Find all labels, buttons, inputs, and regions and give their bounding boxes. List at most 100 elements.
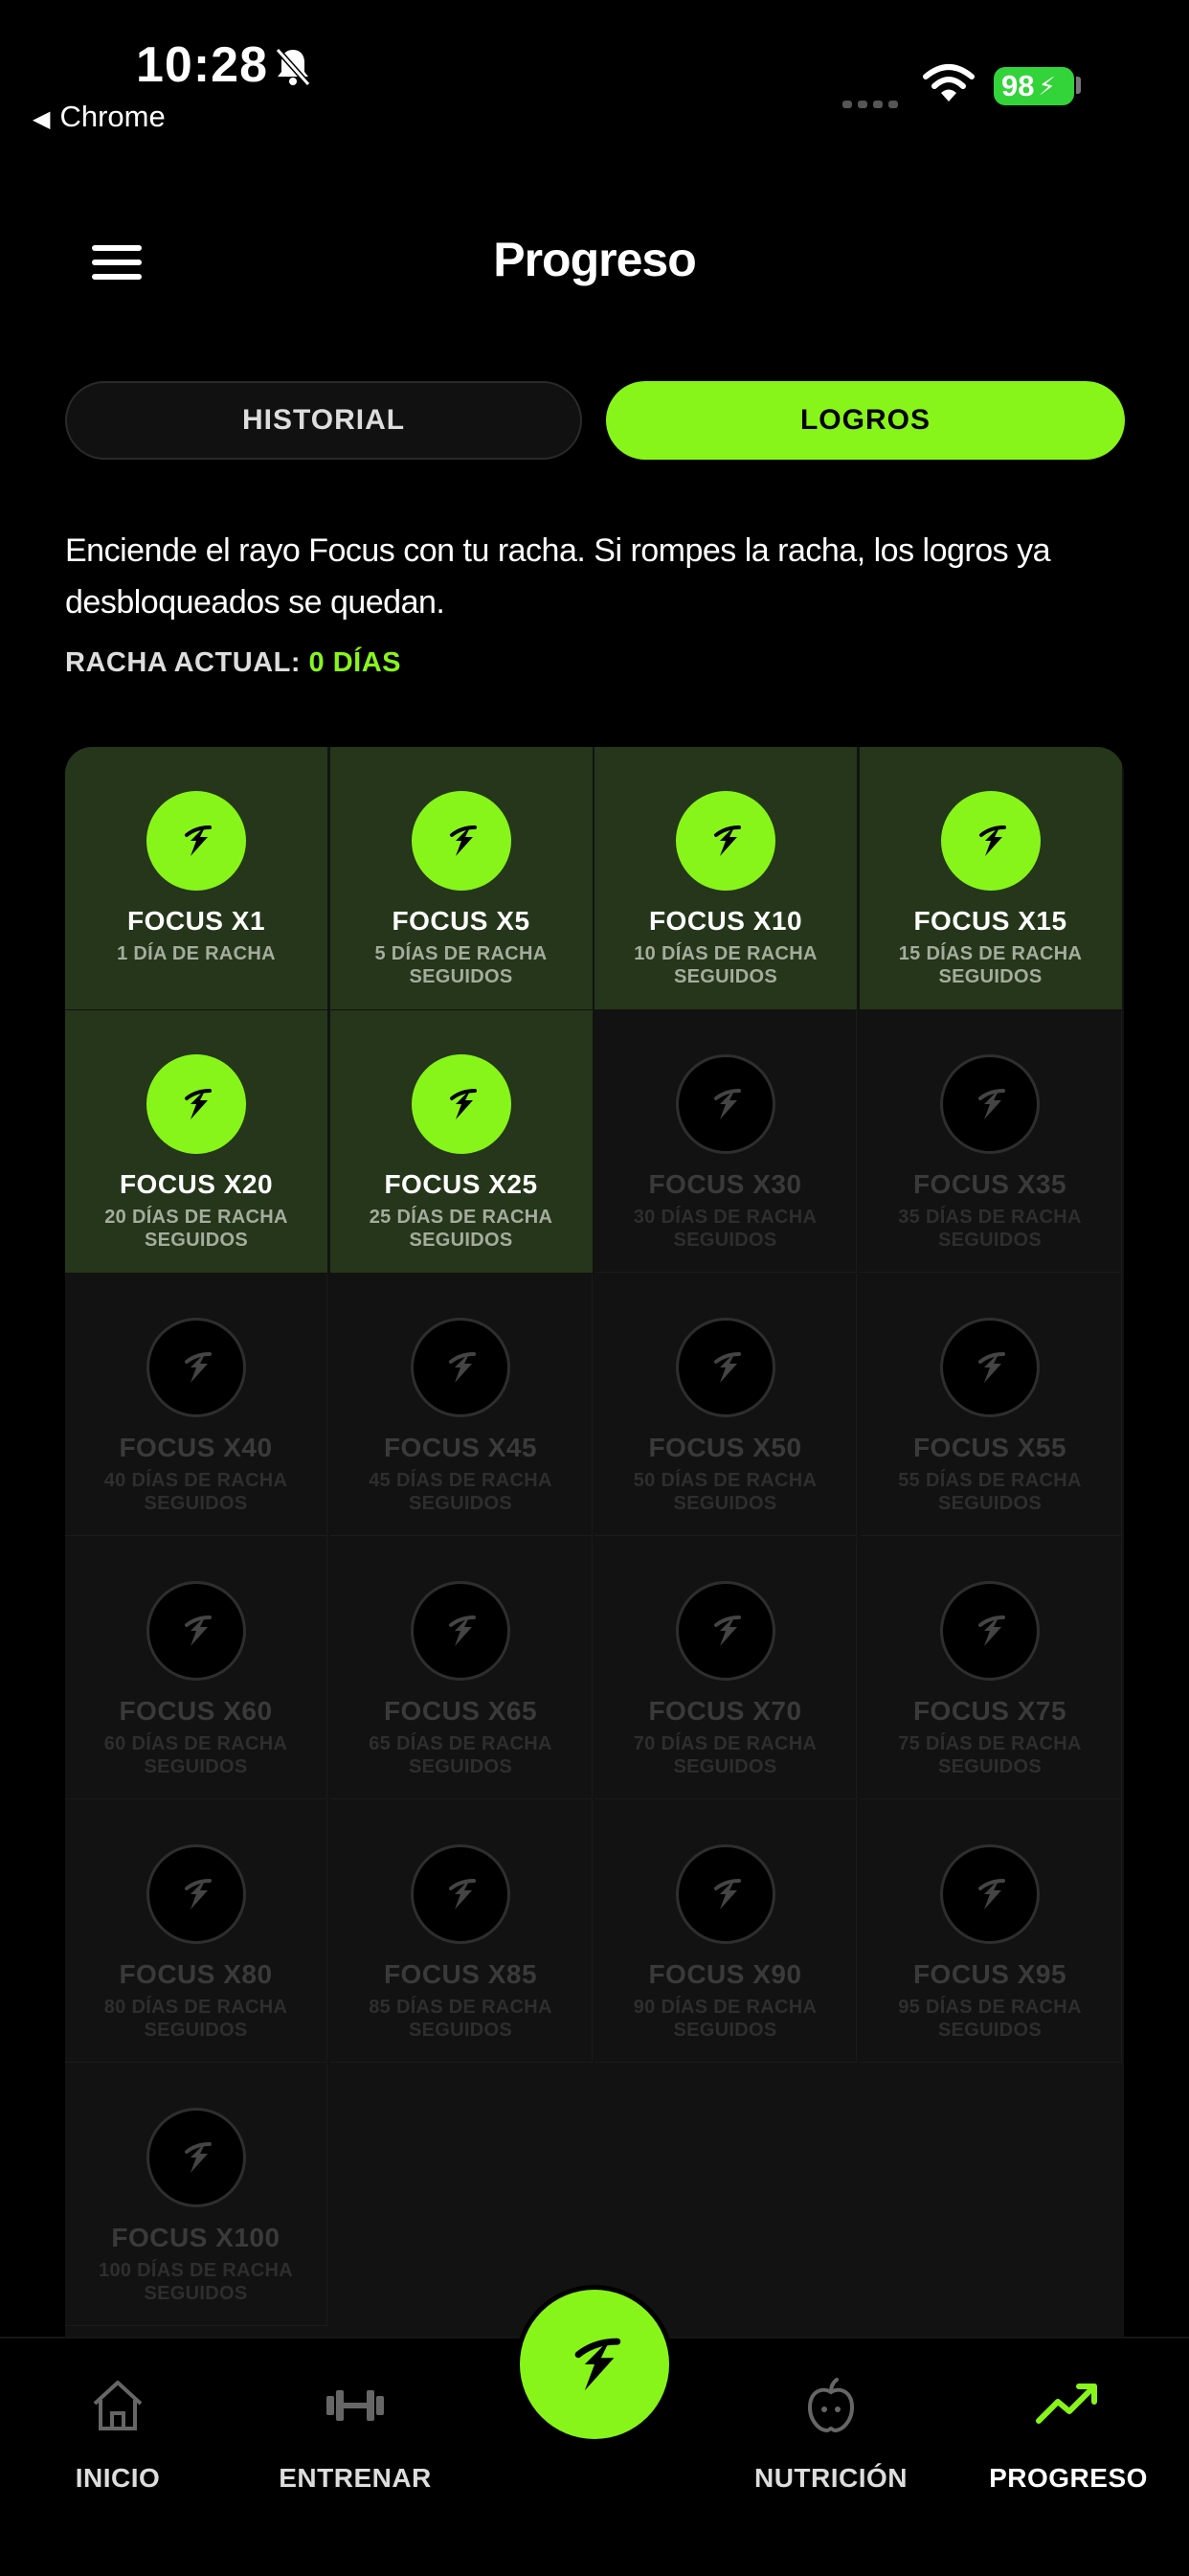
achievement-badge — [940, 1054, 1040, 1154]
wifi-icon — [923, 64, 975, 102]
focus-bolt-icon — [184, 1879, 212, 1909]
achievement-card[interactable]: FOCUS X15 15 DÍAS DE RACHA SEGUIDOS — [859, 747, 1122, 1009]
achievement-badge — [940, 791, 1041, 891]
focus-bolt-icon — [714, 825, 741, 856]
nav-label-nutricion: NUTRICIÓN — [753, 2463, 909, 2493]
achievement-card[interactable]: FOCUS X30 30 DÍAS DE RACHA SEGUIDOS — [594, 1010, 857, 1273]
achievement-title: FOCUS X30 — [648, 1169, 802, 1199]
achievement-subtitle: 15 DÍAS DE RACHA SEGUIDOS — [898, 943, 1083, 987]
achievement-title: FOCUS X1 — [126, 906, 266, 936]
tab-historial[interactable]: HISTORIAL — [65, 381, 582, 460]
focus-bolt-icon — [978, 1089, 1005, 1119]
achievement-card[interactable]: FOCUS X60 60 DÍAS DE RACHA SEGUIDOS — [65, 1537, 327, 1799]
focus-bolt-icon — [449, 825, 477, 856]
achievement-badge — [146, 1318, 246, 1417]
achievement-subtitle: 40 DÍAS DE RACHA SEGUIDOS — [103, 1470, 288, 1514]
achievement-card[interactable]: FOCUS X90 90 DÍAS DE RACHA SEGUIDOS — [594, 1800, 857, 2063]
achievement-title: FOCUS X15 — [913, 906, 1067, 936]
achievement-badge — [146, 791, 246, 891]
achievement-subtitle: 25 DÍAS DE RACHA SEGUIDOS — [369, 1207, 553, 1251]
back-to-app-button[interactable]: ◀ Chrome — [33, 100, 166, 134]
achievement-card[interactable]: FOCUS X1 1 DÍA DE RACHA — [65, 747, 327, 1009]
achievement-subtitle: 85 DÍAS DE RACHA SEGUIDOS — [369, 1997, 552, 2041]
focus-bolt-icon — [185, 1089, 212, 1119]
achievement-card[interactable]: FOCUS X5 5 DÍAS DE RACHA SEGUIDOS — [329, 747, 593, 1009]
achievement-card[interactable]: FOCUS X55 55 DÍAS DE RACHA SEGUIDOS — [859, 1274, 1122, 1536]
achievement-title: FOCUS X5 — [392, 906, 530, 936]
nav-label-progreso: PROGRESO — [989, 2463, 1148, 2493]
dumbbell-icon — [326, 2390, 384, 2421]
achievement-badge — [411, 1581, 510, 1681]
achievement-card[interactable]: FOCUS X10 10 DÍAS DE RACHA SEGUIDOS — [594, 747, 857, 1009]
nav-item-inicio[interactable]: INICIO — [12, 2339, 223, 2530]
achievement-badge — [675, 1318, 775, 1417]
achievement-badge — [146, 2108, 246, 2207]
achievement-badge — [940, 1318, 1040, 1417]
achievement-subtitle: 10 DÍAS DE RACHA SEGUIDOS — [634, 943, 818, 987]
nav-label-entrenar: ENTRENAR — [279, 2463, 432, 2493]
achievement-title: FOCUS X95 — [912, 1959, 1067, 1989]
achievement-subtitle: 60 DÍAS DE RACHA SEGUIDOS — [103, 1733, 288, 1777]
achievement-title: FOCUS X75 — [912, 1696, 1067, 1726]
home-icon — [93, 2381, 143, 2430]
achievement-card[interactable]: FOCUS X100 100 DÍAS DE RACHA SEGUIDOS — [65, 2064, 327, 2326]
achievement-subtitle: 75 DÍAS DE RACHA SEGUIDOS — [898, 1733, 1082, 1777]
nav-item-progreso[interactable]: PROGRESO — [963, 2339, 1174, 2530]
achievement-card[interactable]: FOCUS X25 25 DÍAS DE RACHA SEGUIDOS — [329, 1010, 593, 1273]
achievement-card[interactable]: FOCUS X80 80 DÍAS DE RACHA SEGUIDOS — [65, 1800, 327, 2063]
focus-bolt-icon — [449, 1352, 476, 1383]
achievement-title: FOCUS X85 — [383, 1959, 538, 1989]
streak-value: 0 DÍAS — [308, 647, 402, 678]
nav-item-nutricion[interactable]: NUTRICIÓN — [726, 2339, 936, 2530]
achievement-title: FOCUS X65 — [383, 1696, 538, 1726]
achievement-subtitle: 90 DÍAS DE RACHA SEGUIDOS — [633, 1997, 818, 2041]
apple-icon — [807, 2378, 855, 2433]
achievement-title: FOCUS X45 — [383, 1433, 538, 1462]
focus-bolt-icon — [713, 1352, 741, 1383]
achievement-card[interactable]: FOCUS X95 95 DÍAS DE RACHA SEGUIDOS — [859, 1800, 1122, 2063]
back-triangle-icon: ◀ — [33, 106, 51, 132]
achievement-card[interactable]: FOCUS X65 65 DÍAS DE RACHA SEGUIDOS — [329, 1537, 593, 1799]
nav-label-inicio: INICIO — [75, 2463, 161, 2493]
achievement-title: FOCUS X50 — [648, 1433, 802, 1462]
achievement-card[interactable]: FOCUS X70 70 DÍAS DE RACHA SEGUIDOS — [594, 1537, 857, 1799]
achievement-card[interactable]: FOCUS X35 35 DÍAS DE RACHA SEGUIDOS — [859, 1010, 1122, 1273]
achievement-badge — [411, 1318, 510, 1417]
focus-bolt-icon — [184, 2142, 212, 2173]
achievement-subtitle: 95 DÍAS DE RACHA SEGUIDOS — [898, 1997, 1082, 2041]
achievement-subtitle: 45 DÍAS DE RACHA SEGUIDOS — [369, 1470, 552, 1514]
battery-level: 98 — [1001, 69, 1035, 102]
trending-up-icon — [1036, 2384, 1097, 2424]
achievement-card[interactable]: FOCUS X85 85 DÍAS DE RACHA SEGUIDOS — [329, 1800, 593, 2063]
achievement-title: FOCUS X25 — [384, 1169, 538, 1199]
achievement-badge — [411, 791, 511, 891]
focus-center-button[interactable] — [515, 2285, 674, 2444]
achievement-badge — [411, 1054, 511, 1154]
achievement-card[interactable]: FOCUS X50 50 DÍAS DE RACHA SEGUIDOS — [594, 1274, 857, 1536]
focus-bolt-icon — [978, 1616, 1005, 1646]
cellular-signal-icon — [842, 96, 908, 108]
achievement-subtitle: 1 DÍA DE RACHA — [117, 943, 276, 964]
bell-muted-icon — [275, 48, 311, 86]
achievement-card[interactable]: FOCUS X20 20 DÍAS DE RACHA SEGUIDOS — [65, 1010, 327, 1273]
tab-logros[interactable]: LOGROS — [606, 381, 1125, 460]
achievement-badge — [940, 1581, 1040, 1681]
achievement-card[interactable]: FOCUS X45 45 DÍAS DE RACHA SEGUIDOS — [329, 1274, 593, 1536]
achievement-title: FOCUS X80 — [119, 1959, 273, 1989]
focus-bolt-icon — [184, 1616, 212, 1646]
focus-bolt-icon — [185, 825, 212, 856]
status-time: 10:28 — [136, 37, 268, 93]
focus-bolt-icon — [184, 1352, 212, 1383]
achievement-title: FOCUS X55 — [912, 1433, 1067, 1462]
nav-item-entrenar[interactable]: ENTRENAR — [250, 2339, 460, 2530]
achievement-card[interactable]: FOCUS X40 40 DÍAS DE RACHA SEGUIDOS — [65, 1274, 327, 1536]
focus-button-face — [520, 2290, 669, 2439]
achievement-badge — [675, 1054, 775, 1154]
achievement-badge — [940, 1844, 1040, 1944]
achievement-badge — [675, 1844, 775, 1944]
achievement-subtitle: 30 DÍAS DE RACHA SEGUIDOS — [633, 1207, 818, 1251]
achievement-card[interactable]: FOCUS X75 75 DÍAS DE RACHA SEGUIDOS — [859, 1537, 1122, 1799]
charging-bolt-icon: ⚡ — [1038, 71, 1056, 101]
streak-label: RACHA ACTUAL: — [65, 647, 301, 678]
achievement-subtitle: 50 DÍAS DE RACHA SEGUIDOS — [633, 1470, 818, 1514]
